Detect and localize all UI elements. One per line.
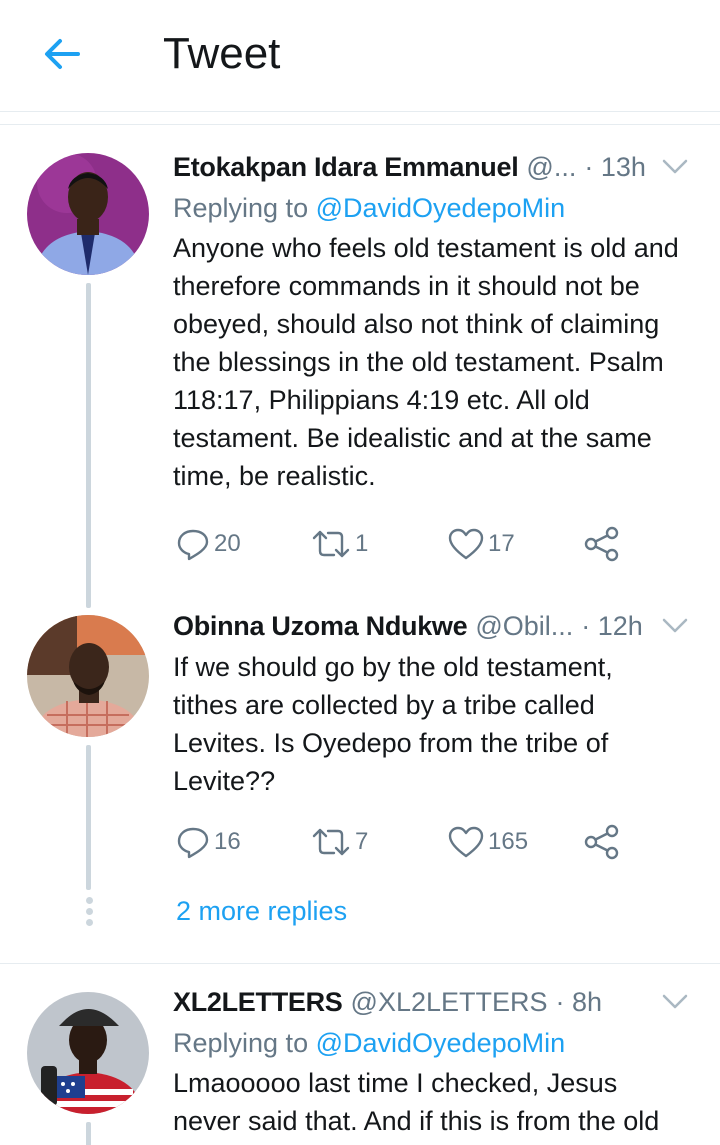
replying-prefix: Replying to <box>173 1028 316 1058</box>
back-button[interactable] <box>38 30 86 78</box>
like-count: 165 <box>488 828 529 855</box>
share-icon <box>584 526 619 562</box>
retweet-button[interactable]: 1 <box>311 522 368 566</box>
tweet-actions: 20 1 17 <box>173 522 633 566</box>
like-count: 17 <box>488 530 515 557</box>
tweet-time: · 13h <box>584 152 646 182</box>
more-replies-dots-icon <box>82 897 96 930</box>
author-handle[interactable]: @Obil... <box>475 609 573 643</box>
tweet-time: · 12h <box>581 611 643 641</box>
tweet-body: Etokakpan Idara Emmanuel @... · 13h Repl… <box>173 147 698 495</box>
heart-icon <box>448 826 484 858</box>
replying-prefix: Replying to <box>173 193 316 223</box>
tweet-reply-1[interactable]: Etokakpan Idara Emmanuel @... · 13h Repl… <box>0 125 720 608</box>
chevron-down-icon <box>662 994 688 1009</box>
tweet-header: Etokakpan Idara Emmanuel @... · 13h <box>173 147 698 187</box>
share-button[interactable] <box>583 820 621 864</box>
tweet-reply-3[interactable]: XL2LETTERS @XL2LETTERS · 8h Replying to … <box>0 964 720 1145</box>
tweet-text: Anyone who feels old testament is old an… <box>173 233 679 491</box>
retweet-icon <box>312 530 350 558</box>
tweet-body: Obinna Uzoma Ndukwe @Obil... · 12h If we… <box>173 606 698 800</box>
author-name[interactable]: Obinna Uzoma Ndukwe <box>173 609 468 643</box>
like-button[interactable]: 17 <box>448 522 515 566</box>
replying-mention[interactable]: @DavidOyedepoMin <box>316 193 566 223</box>
author-handle[interactable]: @... <box>526 150 576 184</box>
retweet-button[interactable]: 7 <box>311 820 368 864</box>
tweet-text: Lmaooooo last time I checked, Jesus neve… <box>173 1068 660 1136</box>
thread-line <box>86 283 91 608</box>
tweet-actions: 16 7 165 <box>173 820 633 864</box>
reply-button[interactable]: 16 <box>176 820 241 864</box>
tweet-header: Obinna Uzoma Ndukwe @Obil... · 12h <box>173 606 698 646</box>
tweet-menu-button[interactable] <box>660 612 690 638</box>
page-title: Tweet <box>163 29 281 78</box>
chevron-down-icon <box>662 159 688 174</box>
replying-to: Replying to @DavidOyedepoMin <box>173 189 698 227</box>
tweet-reply-2[interactable]: Obinna Uzoma Ndukwe @Obil... · 12h If we… <box>0 600 720 960</box>
tweet-text: If we should go by the old testament, ti… <box>173 652 613 796</box>
reply-icon <box>177 529 209 561</box>
share-icon <box>584 824 619 860</box>
reply-count: 20 <box>214 530 241 557</box>
reply-icon <box>177 827 209 859</box>
avatar[interactable] <box>27 992 149 1114</box>
avatar[interactable] <box>27 615 149 737</box>
tweet-body: XL2LETTERS @XL2LETTERS · 8h Replying to … <box>173 982 698 1140</box>
avatar[interactable] <box>27 153 149 275</box>
tweet-menu-button[interactable] <box>660 153 690 179</box>
reply-count: 16 <box>214 828 241 855</box>
replying-to: Replying to @DavidOyedepoMin <box>173 1024 698 1062</box>
thread-line <box>86 745 91 890</box>
retweet-count: 1 <box>355 530 369 557</box>
arrow-left-icon <box>45 39 80 69</box>
tweet-header: XL2LETTERS @XL2LETTERS · 8h <box>173 982 698 1022</box>
retweet-count: 7 <box>355 828 369 855</box>
heart-icon <box>448 528 484 560</box>
chevron-down-icon <box>662 618 688 633</box>
reply-button[interactable]: 20 <box>176 522 241 566</box>
author-name[interactable]: Etokakpan Idara Emmanuel <box>173 150 519 184</box>
tweet-time: · 8h <box>555 987 603 1017</box>
share-button[interactable] <box>583 522 621 566</box>
tweet-menu-button[interactable] <box>660 988 690 1014</box>
author-name[interactable]: XL2LETTERS <box>173 985 343 1019</box>
author-handle[interactable]: @XL2LETTERS <box>351 985 548 1019</box>
retweet-icon <box>312 828 350 856</box>
replying-mention[interactable]: @DavidOyedepoMin <box>316 1028 566 1058</box>
app-header: Tweet <box>0 0 720 112</box>
thread-line <box>86 1122 91 1145</box>
more-replies-link[interactable]: 2 more replies <box>176 896 347 927</box>
like-button[interactable]: 165 <box>448 820 528 864</box>
